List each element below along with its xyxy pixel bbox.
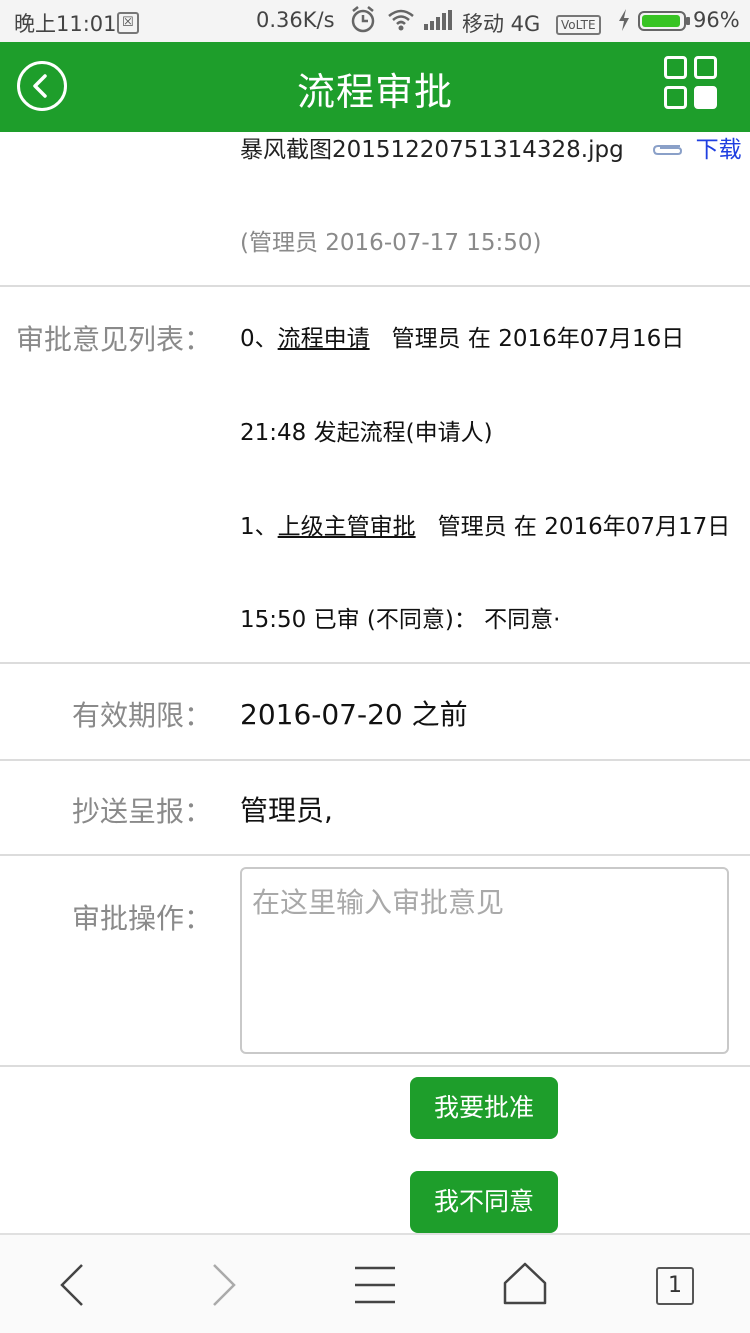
divider [0,759,750,761]
alarm-icon [350,6,376,39]
opinion-detail: 管理员 在 2016年07月17日 [437,514,731,540]
opinion-detail-line: 21:48 发起流程(申请人) [240,420,493,446]
opinions-label: 审批意见列表： [15,323,212,356]
volte-badge: VoLTE [556,10,601,35]
wifi-icon [388,8,414,37]
opinion-item: 0、流程申请 管理员 在 2016年07月16日 [240,319,684,353]
divider [0,854,750,856]
divider [0,662,750,664]
menu-icon[interactable] [354,1265,396,1309]
cc-label: 抄送呈报： [71,795,212,828]
grid-cell-icon [664,56,687,79]
status-time: 晚上11:01 [14,12,117,36]
attachment-row: 暴风截图20151220751314328.jpg 下载 [240,132,742,164]
attachment-filename: 暴风截图20151220751314328.jpg [240,137,624,163]
validity-value: 2016-07-20 之前 [240,698,468,731]
opinion-detail: 管理员 在 2016年07月16日 [391,326,685,352]
status-bar: 晚上11:01 ☒ 0.36K/s 移动 4G VoLTE 96% [0,0,750,42]
back-nav-icon[interactable] [56,1263,90,1311]
home-icon[interactable] [503,1261,547,1309]
forward-nav-icon[interactable] [206,1263,240,1311]
opinion-step-link[interactable]: 上级主管审批 [278,514,416,540]
cc-value: 管理员, [240,794,333,827]
operation-label: 审批操作： [71,902,212,935]
opinion-step-link[interactable]: 流程申请 [278,326,370,352]
charging-icon [618,9,630,36]
app-header: 流程审批 [0,42,750,132]
grid-cell-icon [664,86,687,109]
browser-bottom-bar: 1 [0,1233,750,1333]
download-link[interactable]: 下载 [696,137,742,163]
grid-cell-icon [694,86,717,109]
paperclip-icon [652,138,684,164]
attachment-meta: (管理员 2016-07-17 15:50) [240,230,542,256]
opinion-index: 1、 [240,514,278,540]
opinion-index: 0、 [240,326,278,352]
carrier-label: 移动 4G [462,12,541,36]
tabs-count-button[interactable]: 1 [656,1267,694,1305]
signal-icon [424,10,452,35]
opinion-item: 1、上级主管审批 管理员 在 2016年07月17日 [240,507,730,541]
grid-cell-icon [694,56,717,79]
validity-label: 有效期限： [71,699,212,732]
battery-icon [638,11,690,31]
disagree-button[interactable]: 我不同意 [410,1171,558,1233]
divider [0,285,750,287]
approve-button[interactable]: 我要批准 [410,1077,558,1139]
grid-menu-button[interactable] [664,56,720,112]
page-title: 流程审批 [296,70,453,114]
content-area: 暴风截图20151220751314328.jpg 下载 (管理员 2016-0… [0,132,750,1233]
battery-percent: 96% [693,8,740,32]
opinion-detail-line: 15:50 已审 (不同意)： 不同意· [240,607,561,633]
notification-icon: ☒ [117,9,139,34]
opinion-textarea[interactable] [240,867,729,1054]
divider [0,1065,750,1067]
network-speed: 0.36K/s [256,8,335,32]
